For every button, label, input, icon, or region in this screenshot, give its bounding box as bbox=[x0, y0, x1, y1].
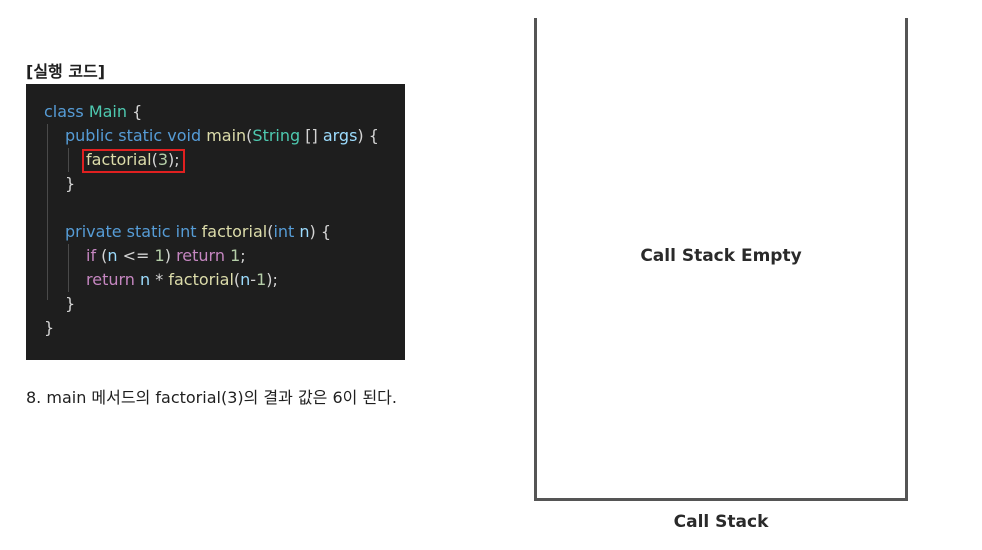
code-token: Main bbox=[88, 102, 128, 121]
highlight-box bbox=[82, 149, 185, 173]
code-line: return n * factorial(n-1); bbox=[86, 268, 278, 292]
code-token: } bbox=[65, 174, 76, 193]
code-token: ) { bbox=[357, 126, 379, 145]
code-token: private static int bbox=[65, 222, 202, 241]
section-label: [실행 코드] bbox=[26, 62, 106, 81]
code-token: n bbox=[140, 270, 151, 289]
code-token: String bbox=[252, 126, 301, 145]
code-token: ; bbox=[240, 246, 246, 265]
code-token: 1 bbox=[230, 246, 241, 265]
code-token: * bbox=[150, 270, 169, 289]
code-token: factorial bbox=[168, 270, 234, 289]
code-token: n bbox=[299, 222, 310, 241]
code-line: if (n <= 1) return 1; bbox=[86, 244, 246, 268]
code-token: int bbox=[273, 222, 300, 241]
code-token: <= bbox=[117, 246, 155, 265]
code-line: } bbox=[44, 316, 54, 340]
code-token: public static void bbox=[65, 126, 207, 145]
indent-guide bbox=[68, 148, 69, 172]
code-token: } bbox=[65, 294, 76, 313]
code-token: return bbox=[176, 246, 231, 265]
indent-guide bbox=[68, 244, 69, 292]
code-token: n bbox=[240, 270, 251, 289]
call-stack-frame: Call Stack Empty bbox=[534, 18, 908, 501]
code-token: factorial bbox=[201, 222, 268, 241]
code-token: ) bbox=[164, 246, 177, 265]
code-token: return bbox=[86, 270, 141, 289]
code-token: } bbox=[44, 318, 55, 337]
code-token: { bbox=[127, 102, 143, 121]
code-token: n bbox=[107, 246, 118, 265]
code-token: [] bbox=[300, 126, 323, 145]
code-panel: class Main {public static void main(Stri… bbox=[26, 84, 405, 360]
code-token: if bbox=[86, 246, 102, 265]
code-line: class Main { bbox=[44, 100, 142, 124]
code-token: ) { bbox=[309, 222, 332, 241]
code-token: ); bbox=[266, 270, 278, 289]
code-line: } bbox=[65, 292, 75, 316]
call-stack-empty-text: Call Stack Empty bbox=[640, 246, 802, 266]
step-caption: 8. main 메서드의 factorial(3)의 결과 값은 6이 된다. bbox=[26, 388, 397, 407]
code-token: args bbox=[322, 126, 358, 145]
indent-guide bbox=[47, 124, 48, 300]
code-line: } bbox=[65, 172, 75, 196]
code-token: main bbox=[206, 126, 247, 145]
code-token: 1 bbox=[256, 270, 267, 289]
code-token: class bbox=[44, 102, 89, 121]
code-line: private static int factorial(int n) { bbox=[65, 220, 331, 244]
code-line: public static void main(String [] args) … bbox=[65, 124, 379, 148]
code-token: 1 bbox=[154, 246, 165, 265]
call-stack-label: Call Stack bbox=[673, 512, 769, 532]
